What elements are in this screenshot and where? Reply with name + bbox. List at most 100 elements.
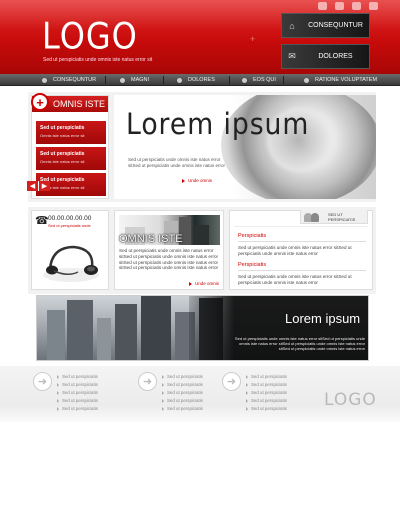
main-nav: CONSEQUNTUR MAGNI DOLORES EOS QUI RATION…	[0, 74, 400, 86]
footer-link[interactable]: Sed ut perspiciatis	[246, 406, 287, 411]
nav-label: RATIONE VOLUPTATEM	[315, 77, 378, 83]
footer-link[interactable]: Sed ut perspiciatis	[57, 382, 98, 387]
nav-item-dolores[interactable]: DOLORES	[177, 74, 215, 86]
rss-icon[interactable]	[335, 2, 344, 10]
bullet-icon	[120, 77, 125, 83]
card-text: Sed ut perspiciatis unde omnis iste natu…	[119, 248, 219, 271]
home-icon: ⌂	[289, 20, 295, 31]
hero-more-link[interactable]: Unde omnis	[182, 178, 212, 183]
item-sub: Omnis iste natus error sit	[40, 159, 85, 164]
item-title: Sed ut perspiciatis	[40, 151, 85, 157]
facebook-icon[interactable]	[369, 2, 378, 10]
footer-link[interactable]: Sed ut perspiciatis	[246, 374, 287, 379]
item-title: Sed ut perspiciatis	[40, 125, 85, 131]
footer-link[interactable]: Sed ut perspiciatis	[246, 382, 287, 387]
banner-text: Sed ut perspiciatis unde omnis iste natu…	[234, 336, 365, 351]
arrow-left-icon[interactable]: ◀	[26, 181, 38, 191]
nav-label: EOS QUI	[253, 77, 276, 83]
footer-link[interactable]: Sed ut perspiciatis	[246, 398, 287, 403]
bullet-icon	[304, 77, 309, 83]
bullet-icon	[177, 77, 182, 83]
contact-card: ☎ 00.00.00.00.00 Sed ut perspiciatis und…	[31, 210, 109, 290]
footer-link[interactable]: Sed ut perspiciatis	[162, 390, 203, 395]
news-heading[interactable]: Perspiciatis	[238, 233, 366, 239]
footer-link[interactable]: Sed ut perspiciatis	[57, 398, 98, 403]
box-item[interactable]: Sed ut perspiciatis Omnis iste natus err…	[36, 147, 106, 170]
nav-divider	[105, 76, 106, 84]
news-heading[interactable]: Perspiciatis	[238, 262, 366, 268]
divider	[238, 241, 366, 242]
more-label: Unde omnis	[195, 281, 220, 286]
nav-item-magni[interactable]: MAGNI	[120, 74, 149, 86]
footer-link[interactable]: Sed ut perspiciatis	[246, 390, 287, 395]
users-icon	[304, 212, 324, 222]
tab-label: SED UT PERSPICIATIS	[328, 211, 356, 222]
headset-image	[43, 245, 99, 282]
arrow-right-icon	[189, 281, 192, 286]
item-sub: Omnis iste natus error sit	[40, 133, 85, 138]
consequntur-button[interactable]: ⌂ CONSEQUNTUR	[281, 13, 370, 38]
hero-slide: Lorem ipsum Sed ut perspiciatis unde omn…	[114, 95, 376, 199]
phone-icon: ☎	[35, 215, 49, 227]
arrow-right-icon[interactable]: ➜	[138, 372, 157, 391]
footer-link[interactable]: Sed ut perspiciatis	[162, 374, 203, 379]
banner-overlay	[189, 296, 368, 360]
building-shape	[67, 300, 93, 360]
nav-divider	[229, 76, 230, 84]
arrow-right-icon[interactable]: ➜	[33, 372, 52, 391]
plus-decoration-icon: +	[250, 34, 256, 44]
twitter-icon[interactable]	[352, 2, 361, 10]
arrow-right-icon	[182, 178, 185, 183]
site-logo[interactable]: LOGO	[42, 14, 138, 58]
footer-link[interactable]: Sed ut perspiciatis	[57, 374, 98, 379]
footer-link[interactable]: Sed ut perspiciatis	[162, 398, 203, 403]
users-tab[interactable]: SED UT PERSPICIATIS	[300, 210, 368, 224]
divider	[238, 270, 366, 271]
footer-link[interactable]: Sed ut perspiciatis	[57, 390, 98, 395]
bullet-icon	[242, 77, 247, 83]
arrow-right-icon[interactable]: ➜	[222, 372, 241, 391]
box-item[interactable]: Sed ut perspiciatis Omnis iste natus err…	[36, 121, 106, 144]
perspiciatis-card: SED UT PERSPICIATIS Perspiciatis Sed ut …	[229, 210, 373, 290]
box-title: OMNIS ISTE	[53, 99, 106, 109]
building-shape	[141, 296, 171, 360]
building-shape	[115, 304, 137, 360]
plus-icon[interactable]: +	[31, 93, 49, 111]
page: LOGO Sed ut perspiciatis unde omnis iste…	[0, 0, 400, 515]
news-text: Sed ut perspiciatis unde omnis iste natu…	[238, 245, 352, 256]
arrow-right-icon[interactable]: ▶	[38, 181, 50, 191]
hero-text: Sed ut perspiciatis unde omnis iste natu…	[128, 157, 226, 168]
footer-link[interactable]: Sed ut perspiciatis	[57, 406, 98, 411]
nav-item-consequntur[interactable]: CONSEQUNTUR	[42, 74, 96, 86]
nav-item-ratione-voluptatem[interactable]: RATIONE VOLUPTATEM	[304, 74, 377, 86]
nav-label: CONSEQUNTUR	[53, 77, 97, 83]
card-more-link[interactable]: Unde omnis	[189, 281, 219, 286]
header: LOGO Sed ut perspiciatis unde omnis iste…	[0, 0, 400, 74]
dolores-button[interactable]: ✉ DOLORES	[281, 44, 370, 69]
omnis-iste-card: OMNIS ISTE Sed ut perspiciatis unde omni…	[114, 210, 224, 290]
nav-divider	[283, 76, 284, 84]
button-label: DOLORES	[318, 53, 353, 60]
footer-link[interactable]: Sed ut perspiciatis	[162, 382, 203, 387]
divider	[234, 226, 368, 227]
share-icon[interactable]	[318, 2, 327, 10]
bullet-icon	[42, 77, 47, 83]
button-label: CONSEQUNTUR	[308, 22, 363, 29]
mail-icon: ✉	[288, 51, 296, 61]
contact-sub: Sed ut perspiciatis unde	[48, 223, 91, 228]
building-shape	[97, 318, 111, 360]
building-shape	[193, 225, 209, 245]
news-item: Perspiciatis Sed ut perspiciatis unde om…	[238, 262, 366, 286]
news-text: Sed ut perspiciatis unde omnis iste natu…	[238, 274, 352, 285]
phone-number[interactable]: 00.00.00.00.00	[48, 215, 91, 222]
nav-item-eos-qui[interactable]: EOS QUI	[242, 74, 276, 86]
nav-label: MAGNI	[131, 77, 150, 83]
header-tagline: Sed ut perspiciatis unde omnis iste natu…	[43, 57, 153, 63]
footer-logo[interactable]: LOGO	[324, 390, 377, 410]
social-icons	[318, 2, 378, 10]
card-title: OMNIS ISTE	[119, 233, 183, 245]
nav-label: DOLORES	[188, 77, 215, 83]
news-item: Perspiciatis Sed ut perspiciatis unde om…	[238, 233, 366, 257]
footer-link[interactable]: Sed ut perspiciatis	[162, 406, 203, 411]
nav-divider	[163, 76, 164, 84]
